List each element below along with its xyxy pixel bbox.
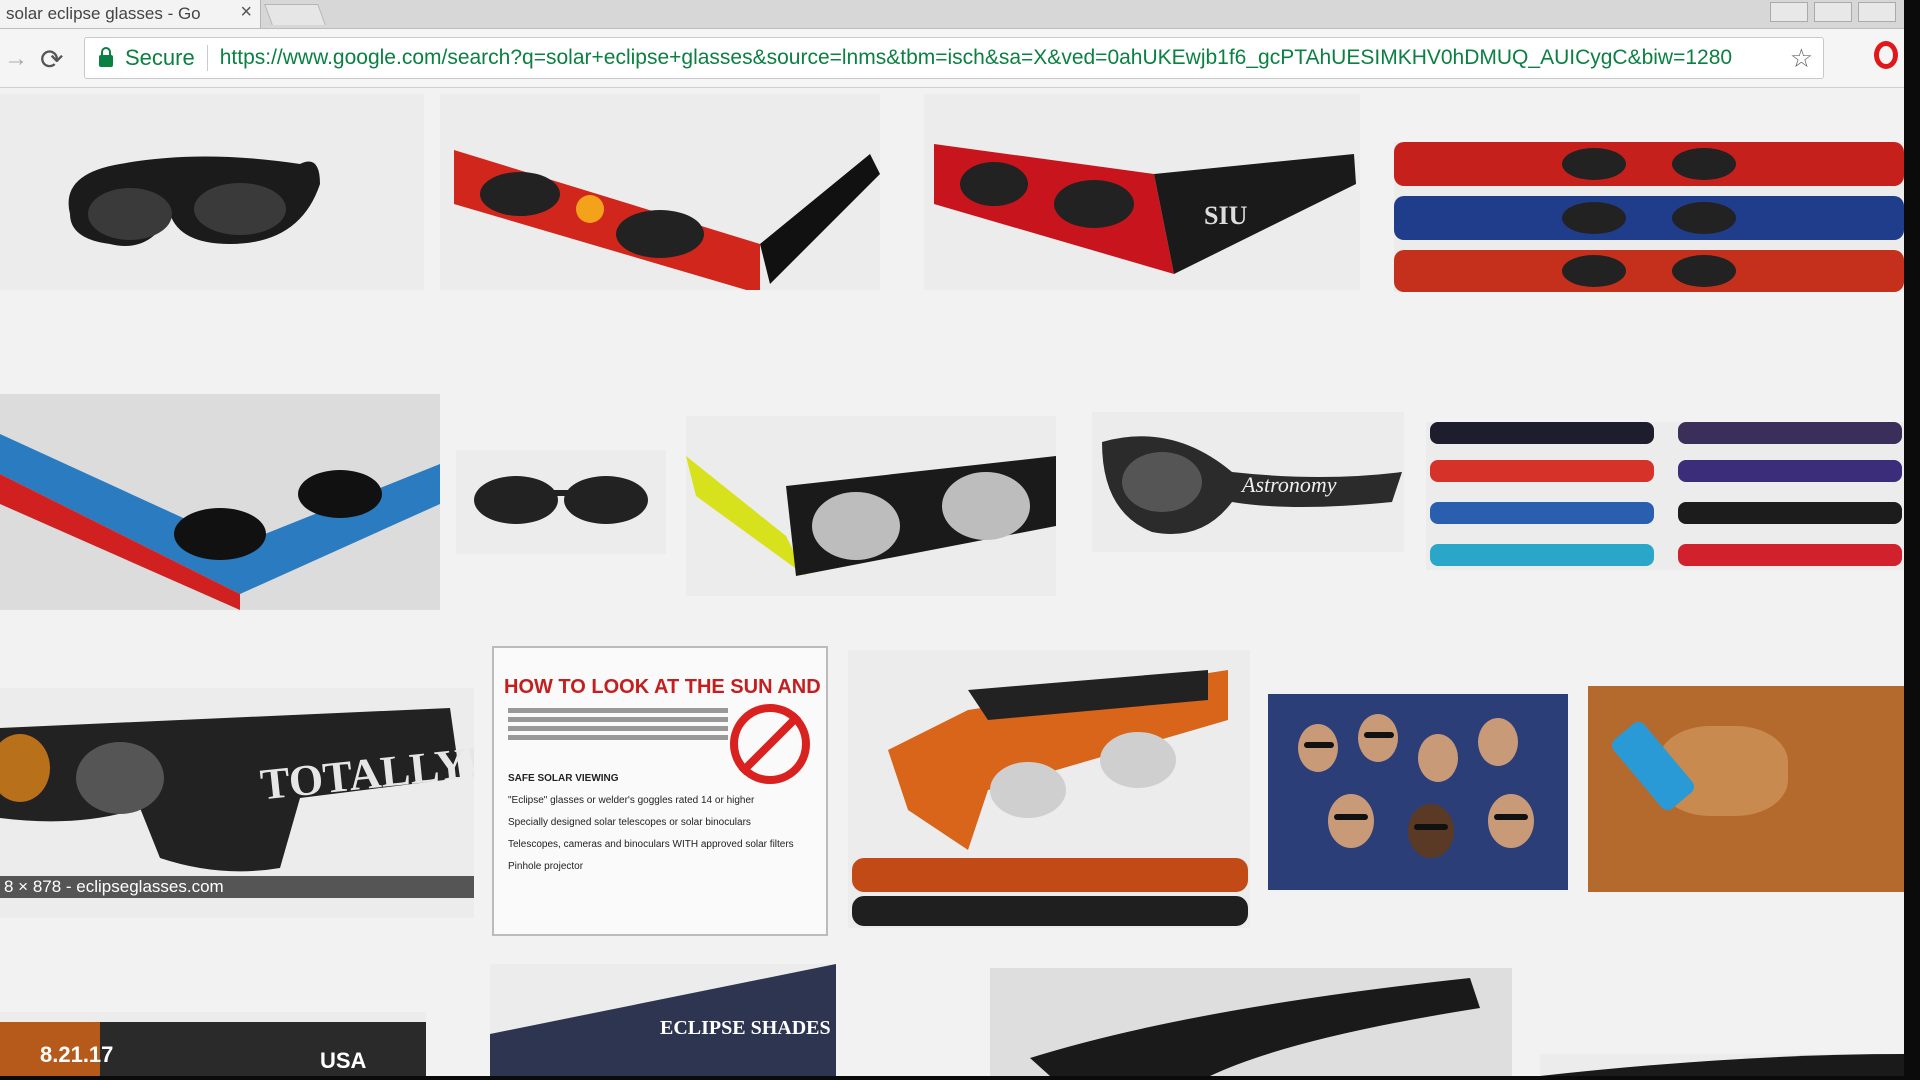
result-image-black-glasses-edge[interactable] bbox=[1540, 1054, 1904, 1076]
result-image-red-eclipse-glasses[interactable] bbox=[440, 94, 880, 290]
glasses-illustration: SIU bbox=[934, 144, 1356, 274]
result-image-printed-glasses-strips[interactable] bbox=[1394, 142, 1904, 292]
poster-bullet: Telescopes, cameras and binoculars WITH … bbox=[508, 839, 794, 850]
shades-label: ECLIPSE SHADES bbox=[660, 1017, 831, 1039]
minimize-button[interactable] bbox=[1770, 2, 1808, 22]
result-image-eclipse-shades[interactable]: ECLIPSE SHADES bbox=[490, 964, 836, 1076]
result-image-astronomy-glasses[interactable]: Astronomy bbox=[1092, 412, 1404, 552]
reload-icon[interactable]: ⟳ bbox=[40, 43, 63, 76]
astronomy-label: Astronomy bbox=[1240, 472, 1337, 497]
no-sun-sign-icon bbox=[730, 704, 810, 784]
toolbar: → ⟳ Secure https://www.google.com/search… bbox=[0, 29, 1904, 88]
glasses-illustration: Astronomy bbox=[1102, 436, 1402, 534]
image-caption: 8 × 878 - eclipseglasses.com bbox=[0, 876, 474, 898]
poster-bullet: "Eclipse" glasses or welder's goggles ra… bbox=[508, 795, 755, 806]
tab-strip: solar eclipse glasses - Go × bbox=[0, 0, 1904, 29]
poster-title: HOW TO LOOK AT THE SUN AND NOT GO BLIND bbox=[504, 676, 826, 698]
result-image-dog-photo[interactable] bbox=[1588, 686, 1904, 892]
result-image-safety-poster[interactable]: HOW TO LOOK AT THE SUN AND NOT GO BLIND … bbox=[492, 646, 828, 936]
result-image-colorful-glasses-grid[interactable] bbox=[1426, 422, 1904, 570]
lock-icon bbox=[99, 47, 113, 67]
result-image-totally-glasses[interactable]: TOTALLY! 8 × 878 - eclipseglasses.com bbox=[0, 688, 474, 918]
date-label: 8.21.17 bbox=[40, 1042, 113, 1067]
result-image-siu-eclipse-glasses[interactable]: SIU bbox=[924, 94, 1360, 290]
star-icon[interactable]: ☆ bbox=[1790, 43, 1813, 74]
usa-label: USA bbox=[320, 1048, 367, 1073]
poster-bullet: Pinhole projector bbox=[508, 861, 584, 872]
result-image-black-glasses-closeup[interactable] bbox=[990, 968, 1512, 1076]
address-separator bbox=[206, 45, 208, 71]
glasses-illustration bbox=[454, 150, 880, 290]
glasses-illustration bbox=[0, 394, 440, 610]
tab-title: solar eclipse glasses - Go bbox=[6, 4, 201, 23]
back-arrow-icon[interactable]: → bbox=[4, 45, 28, 73]
glasses-illustration bbox=[852, 670, 1248, 926]
result-image-usa-date-glasses[interactable]: 8.21.17 USA bbox=[0, 1012, 426, 1076]
image-results-grid: SIU Astronomy TOTALLY! 8 × 878 - eclipse… bbox=[0, 88, 1904, 1076]
glasses-strips-illustration bbox=[1394, 142, 1904, 292]
address-bar[interactable]: Secure https://www.google.com/search?q=s… bbox=[84, 37, 1824, 79]
window-controls bbox=[1770, 2, 1896, 22]
poster-bullet: Specially designed solar telescopes or s… bbox=[508, 817, 751, 828]
secure-label: Secure bbox=[125, 45, 195, 70]
result-image-usa-glasses[interactable] bbox=[0, 394, 440, 610]
glasses-illustration: 8.21.17 USA bbox=[0, 1022, 426, 1076]
close-tab-icon[interactable]: × bbox=[240, 1, 252, 24]
glasses-illustration bbox=[686, 456, 1056, 576]
glasses-illustration: ECLIPSE SHADES bbox=[490, 964, 836, 1076]
glasses-illustration bbox=[1030, 978, 1480, 1076]
result-image-orange-glasses-set[interactable] bbox=[848, 650, 1250, 928]
glasses-illustration bbox=[1540, 1054, 1904, 1076]
maximize-button[interactable] bbox=[1814, 2, 1852, 22]
result-image-crowd-photo[interactable] bbox=[1268, 694, 1568, 890]
goggles-illustration bbox=[474, 476, 648, 524]
glasses-grid-illustration bbox=[1430, 422, 1902, 566]
url-text[interactable]: https://www.google.com/search?q=solar+ec… bbox=[220, 46, 1780, 70]
glasses-illustration bbox=[68, 156, 320, 246]
close-window-button[interactable] bbox=[1858, 2, 1896, 22]
opera-icon[interactable] bbox=[1874, 41, 1898, 69]
siu-label: SIU bbox=[1204, 201, 1248, 230]
new-tab-button[interactable] bbox=[264, 4, 326, 25]
poster-bullets: SAFE SOLAR VIEWING "Eclipse" glasses or … bbox=[508, 768, 794, 878]
result-image-black-wrap-glasses[interactable] bbox=[0, 94, 424, 290]
result-image-yellow-glasses[interactable] bbox=[686, 416, 1056, 596]
tab-solar-eclipse-glasses[interactable]: solar eclipse glasses - Go × bbox=[0, 0, 261, 28]
result-image-welder-goggles[interactable] bbox=[456, 450, 666, 554]
browser-window: solar eclipse glasses - Go × → ⟳ Secure … bbox=[0, 0, 1904, 1076]
